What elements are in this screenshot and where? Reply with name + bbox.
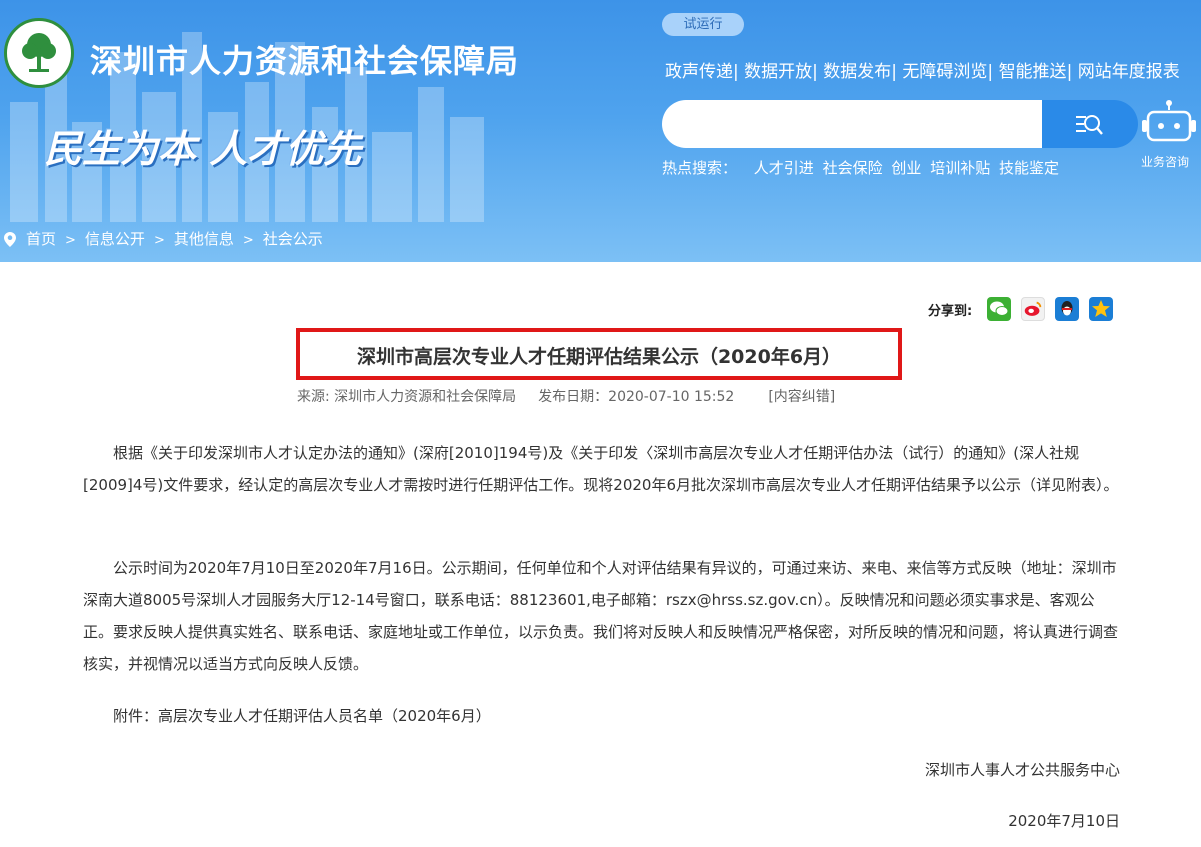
header-banner: 深圳市人力资源和社会保障局 民生为本 人才优先 试运行 政声传递| 数据开放| …	[0, 0, 1201, 262]
search-button[interactable]	[1042, 100, 1138, 148]
robot-consult-label[interactable]: 业务咨询	[1141, 153, 1189, 170]
breadcrumb-separator: >	[242, 233, 254, 248]
breadcrumb-public-notice[interactable]: 社会公示	[263, 230, 323, 248]
search-bar	[662, 100, 1138, 148]
weibo-icon[interactable]	[1021, 297, 1045, 321]
breadcrumb-separator: >	[65, 233, 76, 248]
breadcrumb-info-public[interactable]: 信息公开	[85, 230, 145, 248]
content-correction-link[interactable]: [内容纠错]	[768, 389, 835, 405]
share-label: 分享到:	[928, 304, 973, 319]
article-attachment[interactable]: 附件：高层次专业人才任期评估人员名单（2020年6月）	[83, 700, 1123, 732]
qzone-icon[interactable]	[1089, 297, 1113, 321]
breadcrumb-home[interactable]: 首页	[26, 230, 56, 248]
tree-emblem-icon	[22, 33, 56, 72]
hot-item-insurance[interactable]: 社会保险	[823, 159, 883, 177]
search-input[interactable]	[662, 100, 1062, 148]
hot-item-skill[interactable]: 技能鉴定	[999, 159, 1059, 177]
article-paragraph-1: 根据《关于印发深圳市人才认定办法的通知》(深府[2010]194号)及《关于印发…	[83, 444, 1119, 494]
article-signature: 深圳市人事人才公共服务中心	[924, 761, 1120, 779]
qq-icon[interactable]	[1055, 297, 1079, 321]
article-sign-date: 2020年7月10日	[1008, 812, 1120, 830]
article-title-highlight: 深圳市高层次专业人才任期评估结果公示（2020年6月）	[296, 328, 902, 380]
hot-search-label: 热点搜索：	[662, 159, 738, 177]
wechat-icon[interactable]	[987, 297, 1011, 321]
top-link-accessibility[interactable]: 无障碍浏览	[902, 62, 987, 82]
slogan: 民生为本 人才优先	[44, 127, 362, 171]
top-link-data-release[interactable]: 数据发布	[823, 62, 891, 82]
article-paragraph-2: 公示时间为2020年7月10日至2020年7月16日。公示期间，任何单位和个人对…	[83, 559, 1119, 673]
site-title: 深圳市人力资源和社会保障局	[90, 42, 520, 80]
top-link-smart-push[interactable]: 智能推送	[999, 62, 1067, 82]
top-link-policy[interactable]: 政声传递	[665, 62, 733, 82]
hot-item-startup[interactable]: 创业	[891, 159, 921, 177]
bureau-logo[interactable]	[4, 18, 74, 88]
hot-item-talent[interactable]: 人才引进	[754, 159, 814, 177]
article-source: 来源: 深圳市人力资源和社会保障局	[297, 389, 517, 405]
hot-item-training[interactable]: 培训补贴	[930, 159, 990, 177]
top-link-open-data[interactable]: 数据开放	[744, 62, 812, 82]
search-icon	[1076, 115, 1103, 135]
article-meta: 来源: 深圳市人力资源和社会保障局 发布日期：2020-07-10 15:52 [内…	[297, 386, 835, 406]
article-date: 发布日期：2020-07-10 15:52	[538, 389, 735, 405]
breadcrumb: 首页 > 信息公开 > 其他信息 > 社会公示	[0, 225, 323, 255]
top-links: 政声传递| 数据开放| 数据发布| 无障碍浏览| 智能推送| 网站年度报表	[665, 62, 1180, 82]
location-pin-icon	[4, 232, 16, 247]
top-link-annual-report[interactable]: 网站年度报表	[1078, 62, 1180, 82]
robot-consult-icon[interactable]	[1140, 100, 1198, 144]
breadcrumb-separator: >	[153, 233, 165, 248]
trial-badge: 试运行	[662, 13, 744, 36]
article-title: 深圳市高层次专业人才任期评估结果公示（2020年6月）	[356, 346, 842, 368]
hot-search: 热点搜索： 人才引进 社会保险 创业 培训补贴 技能鉴定	[662, 157, 1063, 178]
breadcrumb-other-info[interactable]: 其他信息	[174, 230, 234, 248]
